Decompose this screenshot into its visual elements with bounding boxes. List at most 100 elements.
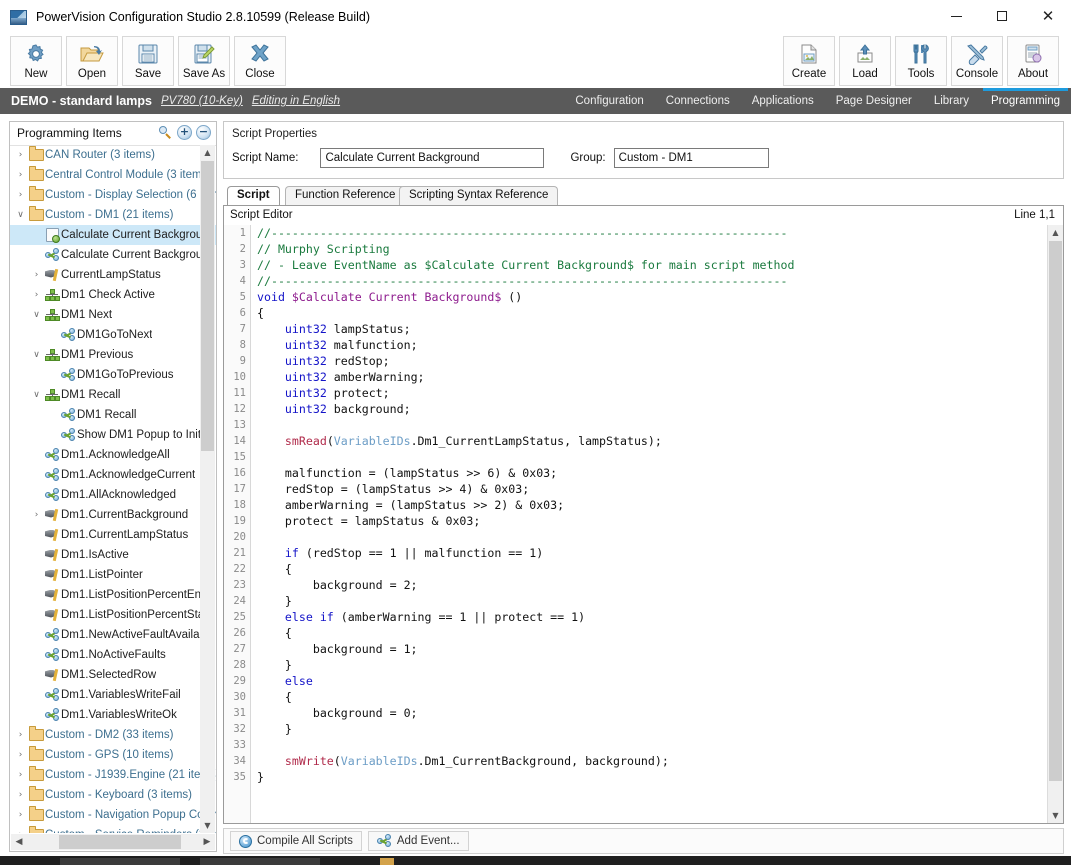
tree-item[interactable]: Calculate Current Background [10,245,216,265]
minimize-button[interactable] [933,0,979,32]
tab-library[interactable]: Library [923,88,980,114]
scroll-right-icon[interactable]: ▶ [199,834,215,850]
new-button[interactable]: New [10,36,62,86]
save-as-button[interactable]: Save As [178,36,230,86]
tree-expander-icon[interactable]: › [14,770,27,780]
tree-item[interactable]: Dm1.VariablesWriteFail [10,685,216,705]
tree-item[interactable]: ∨ DM1 Next [10,305,216,325]
tree-vscroll-thumb[interactable] [201,161,214,451]
code-line: malfunction = (lampStatus >> 6) & 0x03; [251,465,1047,481]
tree-item[interactable]: › Custom - Service Reminders (3 items) [10,825,216,833]
tree-expander-icon[interactable]: › [14,730,27,740]
tab-programming[interactable]: Programming [979,88,1071,114]
expand-all-plus-icon[interactable]: + [177,125,192,140]
tab-page-designer[interactable]: Page Designer [825,88,923,114]
tree-item[interactable]: Show DM1 Popup to Initial State [10,425,216,445]
tree-expander-icon[interactable]: › [30,510,43,520]
tree-item[interactable]: Dm1.CurrentLampStatus [10,525,216,545]
tree-item[interactable]: DM1GoToNext [10,325,216,345]
tree-expander-icon[interactable]: › [14,170,27,180]
editor-scroll-down-icon[interactable]: ▼ [1048,808,1063,823]
tree-item[interactable]: Dm1.AcknowledgeCurrent [10,465,216,485]
tree-item[interactable]: › CAN Router (3 items) [10,145,216,165]
device-link[interactable]: PV780 (10-Key) [161,95,243,107]
tree-expander-icon[interactable]: › [30,270,43,280]
tree-item[interactable]: DM1GoToPrevious [10,365,216,385]
tree-item[interactable]: › Custom - Navigation Popup Control (4 it… [10,805,216,825]
tree-item[interactable]: Dm1.NewActiveFaultAvailable [10,625,216,645]
tree-item[interactable]: › Custom - GPS (10 items) [10,745,216,765]
about-button[interactable]: About [1007,36,1059,86]
group-input[interactable] [613,148,769,168]
load-button[interactable]: Load [839,36,891,86]
search-icon[interactable] [158,125,173,140]
tree-item[interactable]: ∨ DM1 Recall [10,385,216,405]
tree-item-icon [43,609,61,622]
tree-item[interactable]: › Dm1.CurrentBackground [10,505,216,525]
scroll-down-icon[interactable]: ▼ [200,818,215,833]
tab-function-reference[interactable]: Function Reference [285,186,406,205]
add-event-button[interactable]: Add Event... [367,831,469,851]
console-button[interactable]: Console [951,36,1003,86]
tree-expander-icon[interactable]: › [30,290,43,300]
tree-item[interactable]: DM1 Recall [10,405,216,425]
editor-vertical-scrollbar[interactable]: ▲ ▼ [1047,225,1063,823]
tree-item[interactable]: Dm1.AllAcknowledged [10,485,216,505]
taskbar-item[interactable] [200,858,320,865]
tree-expander-icon[interactable]: › [14,150,27,160]
editor-vscroll-thumb[interactable] [1049,241,1062,781]
collapse-all-minus-icon[interactable]: − [196,125,211,140]
tree-item[interactable]: › CurrentLampStatus [10,265,216,285]
tree-expander-icon[interactable]: ∨ [30,350,43,360]
close-file-button[interactable]: Close [234,36,286,86]
tree-item[interactable]: › Custom - DM2 (33 items) [10,725,216,745]
tree-expander-icon[interactable]: › [14,190,27,200]
tree-item[interactable]: Dm1.ListPointer [10,565,216,585]
scroll-up-icon[interactable]: ▲ [200,145,215,160]
tree-expander-icon[interactable]: › [14,830,27,833]
tab-applications[interactable]: Applications [741,88,825,114]
tree-horizontal-scrollbar[interactable]: ◀ ▶ [11,834,215,850]
code-text-area[interactable]: //--------------------------------------… [251,225,1047,823]
language-link[interactable]: Editing in English [252,95,340,107]
save-button[interactable]: Save [122,36,174,86]
close-button[interactable]: ✕ [1025,0,1071,32]
tree-item[interactable]: Dm1.ListPositionPercentEnd [10,585,216,605]
tree-hscroll-thumb[interactable] [59,835,181,849]
tree-expander-icon[interactable]: › [14,810,27,820]
scroll-left-icon[interactable]: ◀ [11,834,27,850]
tab-script[interactable]: Script [227,186,280,205]
open-button[interactable]: Open [66,36,118,86]
editor-scroll-up-icon[interactable]: ▲ [1048,225,1063,240]
tab-scripting-syntax-reference[interactable]: Scripting Syntax Reference [399,186,559,205]
tree-item[interactable]: › Custom - Keyboard (3 items) [10,785,216,805]
tree-item[interactable]: ∨ Custom - DM1 (21 items) [10,205,216,225]
tree-item[interactable]: › Dm1 Check Active [10,285,216,305]
tree-item[interactable]: Dm1.AcknowledgeAll [10,445,216,465]
tree-vertical-scrollbar[interactable]: ▲ ▼ [200,145,215,833]
tree-item[interactable]: › Custom - J1939.Engine (21 items) [10,765,216,785]
tab-connections[interactable]: Connections [655,88,741,114]
tree-item[interactable]: › Central Control Module (3 items) [10,165,216,185]
tree-item[interactable]: › Custom - Display Selection (6 items) [10,185,216,205]
tree-item[interactable]: DM1.SelectedRow [10,665,216,685]
tree-expander-icon[interactable]: › [14,750,27,760]
maximize-button[interactable] [979,0,1025,32]
tree-expander-icon[interactable]: ∨ [14,210,27,220]
tree-item[interactable]: Dm1.VariablesWriteOk [10,705,216,725]
tree-item[interactable]: Dm1.IsActive [10,545,216,565]
tree-expander-icon[interactable]: ∨ [30,310,43,320]
compile-all-scripts-button[interactable]: Compile All Scripts [230,831,362,851]
script-name-input[interactable] [320,148,545,168]
tree-expander-icon[interactable]: ∨ [30,390,43,400]
taskbar-item[interactable] [380,858,394,865]
taskbar-item[interactable] [60,858,180,865]
tree-expander-icon[interactable]: › [14,790,27,800]
tools-button[interactable]: Tools [895,36,947,86]
tree-item[interactable]: Dm1.NoActiveFaults [10,645,216,665]
tab-configuration[interactable]: Configuration [564,88,654,114]
tree-item[interactable]: Calculate Current Background [10,225,216,245]
tree-item[interactable]: Dm1.ListPositionPercentStart [10,605,216,625]
tree-item[interactable]: ∨ DM1 Previous [10,345,216,365]
create-button[interactable]: Create [783,36,835,86]
